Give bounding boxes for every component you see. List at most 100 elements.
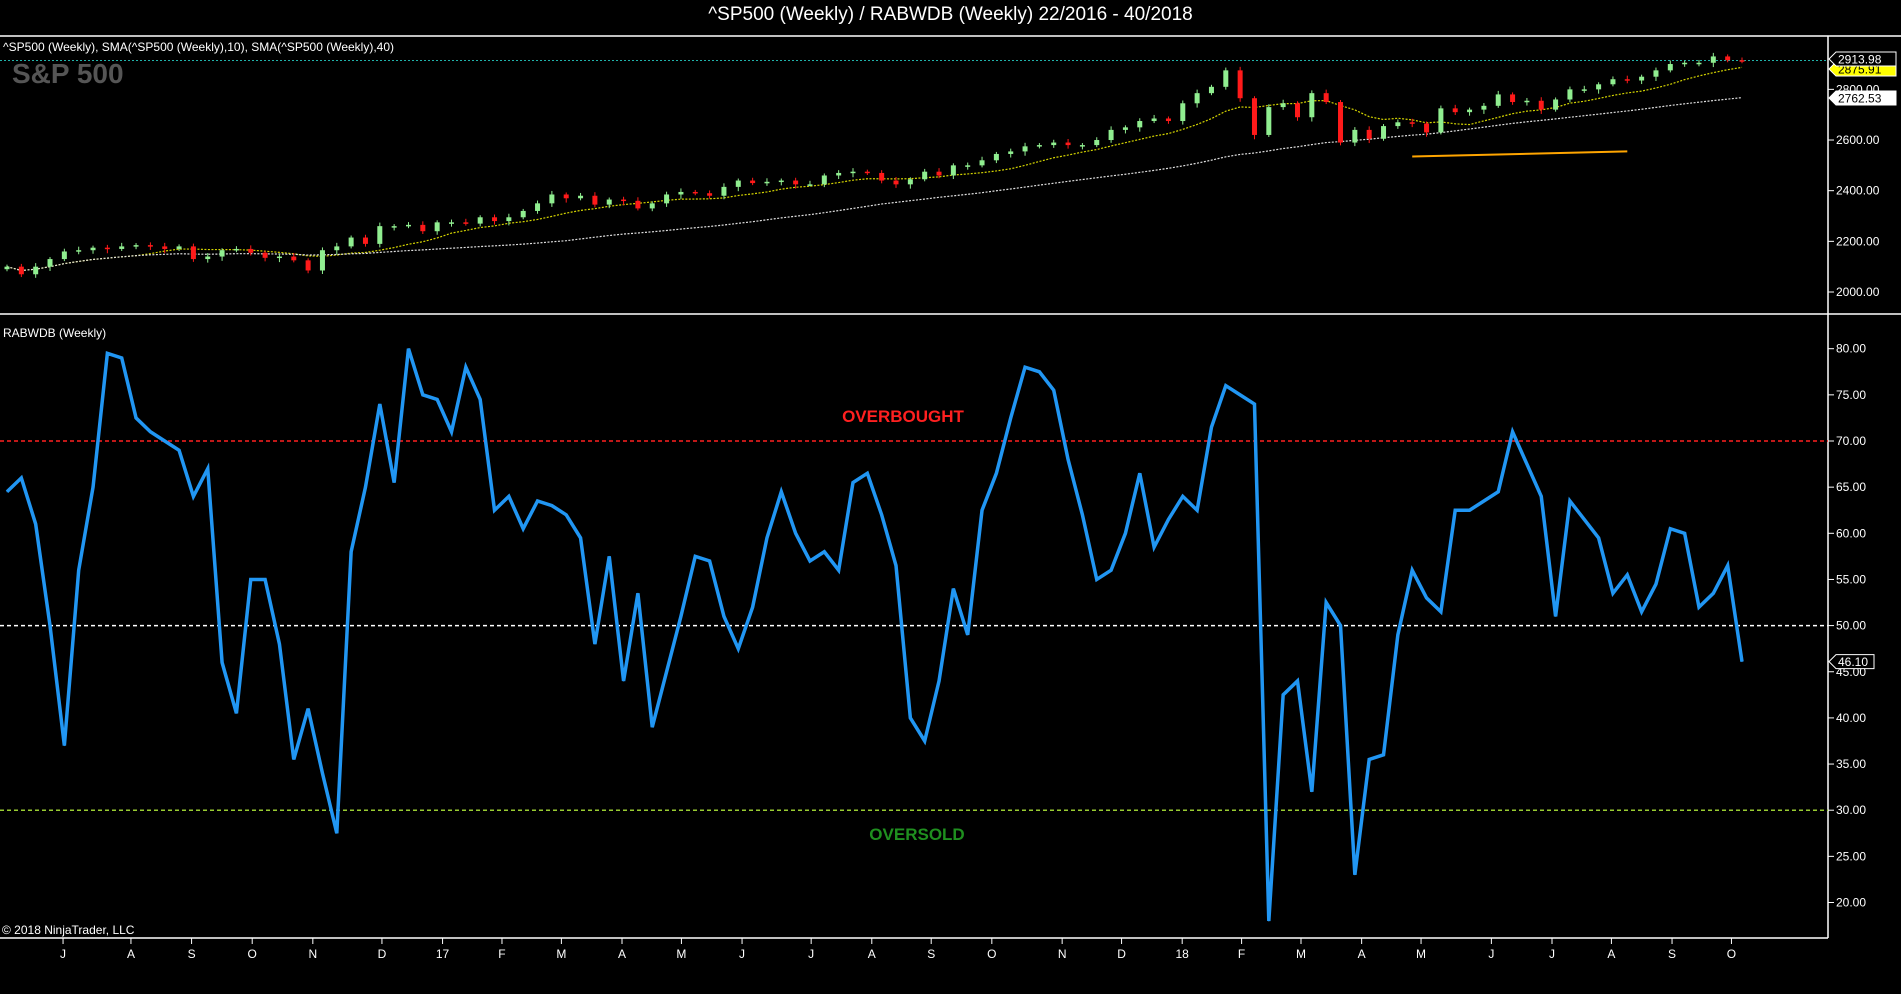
candle-up	[664, 194, 670, 204]
rabwdb-point	[192, 495, 194, 497]
rabwdb-point	[1698, 606, 1700, 608]
rabwdb-point	[852, 482, 854, 484]
candle-up	[535, 203, 541, 211]
candle-up	[1495, 94, 1501, 106]
rabwdb-point	[278, 643, 280, 645]
candle-up	[1653, 70, 1659, 77]
rabwdb-point	[1024, 366, 1026, 368]
candle-down	[1510, 94, 1516, 103]
candle-up	[133, 245, 139, 247]
candle-down	[420, 224, 426, 232]
rabwdb-point	[1311, 791, 1313, 793]
rabwdb-point	[1383, 754, 1385, 756]
x-tick-label: M	[676, 947, 686, 961]
rabwdb-point	[293, 758, 295, 760]
candle-up	[965, 165, 971, 167]
rabwdb-point	[92, 486, 94, 488]
candle-up	[1610, 79, 1616, 85]
rabwdb-point	[981, 509, 983, 511]
candle-down	[305, 260, 311, 271]
rabwdb-point	[637, 592, 639, 594]
rabwdb-point	[1540, 495, 1542, 497]
candle-up	[1481, 105, 1487, 110]
candle-down	[362, 237, 368, 244]
rabwdb-point	[1569, 500, 1571, 502]
rabwdb-point	[135, 417, 137, 419]
rabwdb-point	[551, 505, 553, 507]
rabwdb-point	[795, 532, 797, 534]
x-tick-label: M	[556, 947, 566, 961]
rabwdb-point	[1167, 518, 1169, 520]
candle-down	[635, 200, 641, 209]
rabwdb-point	[149, 431, 151, 433]
price-tick-label: 2200.00	[1836, 234, 1880, 248]
rabwdb-point	[1397, 634, 1399, 636]
candle-down	[692, 191, 698, 194]
candle-up	[1682, 62, 1688, 65]
candle-up	[1381, 126, 1387, 139]
rabwdb-point	[1526, 463, 1528, 465]
candle-down	[162, 246, 168, 249]
rabwdb-point	[1712, 592, 1714, 594]
candle-down	[793, 180, 799, 185]
rabwdb-point	[866, 472, 868, 474]
x-tick-label: M	[1416, 947, 1426, 961]
last-price-label: 2913.98	[1838, 53, 1882, 67]
oversold-label: OVERSOLD	[869, 825, 964, 844]
rabwdb-point	[207, 468, 209, 470]
candle-up	[1151, 118, 1157, 122]
candle-up	[119, 246, 125, 249]
rabwdb-point	[221, 662, 223, 664]
rabwdb-point	[1426, 597, 1428, 599]
price-tick-label: 2600.00	[1836, 133, 1880, 147]
oscillator-tick-label: 40.00	[1836, 711, 1866, 725]
last-value-label: 46.10	[1838, 655, 1868, 669]
candle-down	[1366, 129, 1372, 139]
candle-up	[1309, 93, 1315, 118]
rabwdb-point	[909, 717, 911, 719]
candle-up	[506, 217, 512, 222]
candle-up	[33, 266, 39, 275]
chart-canvas[interactable]: ^SP500 (Weekly), SMA(^SP500 (Weekly),10)…	[0, 0, 1901, 994]
candle-up	[950, 165, 956, 176]
rabwdb-point	[737, 648, 739, 650]
rabwdb-point	[1454, 509, 1456, 511]
candle-up	[850, 171, 856, 174]
candle-down	[1725, 56, 1731, 61]
rabwdb-point	[1741, 661, 1743, 663]
candle-up	[348, 237, 354, 247]
candle-up	[1280, 103, 1286, 108]
candle-down	[864, 171, 870, 174]
candle-up	[47, 259, 53, 267]
rabwdb-point	[1340, 625, 1342, 627]
sma10-line	[6, 66, 1743, 272]
x-tick-label: N	[308, 947, 317, 961]
candle-up	[1581, 89, 1587, 91]
candle-down	[1251, 98, 1257, 135]
x-tick-label: J	[739, 947, 745, 961]
candle-up	[1467, 109, 1473, 113]
rabwdb-point	[823, 551, 825, 553]
rabwdb-point	[1239, 394, 1241, 396]
rabwdb-point	[1483, 500, 1485, 502]
candle-up	[377, 226, 383, 244]
rabwdb-point	[938, 680, 940, 682]
rabwdb-point	[1110, 569, 1112, 571]
watermark: S&P 500	[12, 58, 124, 89]
x-tick-label: 18	[1176, 947, 1190, 961]
candle-up	[1667, 64, 1673, 71]
x-tick-label: A	[868, 947, 876, 961]
rabwdb-point	[364, 486, 366, 488]
candle-down	[1237, 70, 1243, 99]
x-tick-label: S	[1668, 947, 1676, 961]
candle-down	[621, 199, 627, 202]
candle-up	[219, 250, 225, 257]
candle-down	[147, 245, 153, 247]
rabwdb-point	[321, 772, 323, 774]
rabwdb-point	[1153, 546, 1155, 548]
price-tick-label: 2000.00	[1836, 285, 1880, 299]
candle-up	[1022, 146, 1028, 152]
candle-up	[1438, 108, 1444, 133]
x-tick-label: N	[1058, 947, 1067, 961]
rabwdb-point	[1067, 458, 1069, 460]
